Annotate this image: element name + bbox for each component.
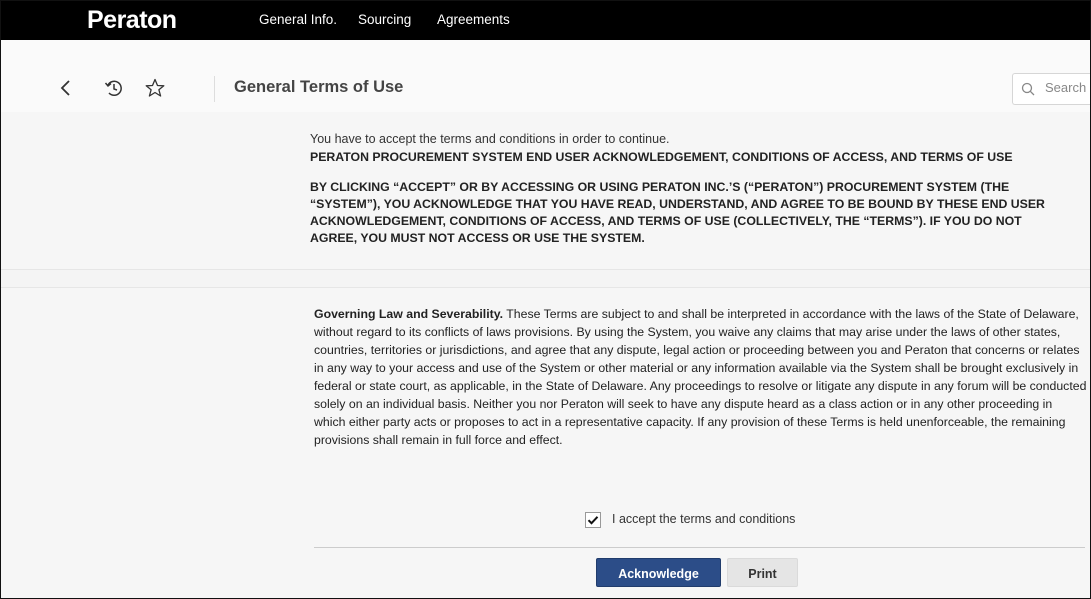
history-icon[interactable] xyxy=(104,78,124,103)
governing-law-paragraph: Governing Law and Severability. These Te… xyxy=(314,305,1087,449)
governing-law-title: Governing Law and Severability. xyxy=(314,307,504,321)
nav-agreements[interactable]: Agreements xyxy=(437,12,510,27)
search-box[interactable] xyxy=(1012,73,1090,105)
search-input[interactable] xyxy=(1043,79,1090,96)
terms-header-panel: You have to accept the terms and conditi… xyxy=(1,112,1090,270)
accept-terms-checkbox[interactable] xyxy=(585,512,601,528)
acknowledge-button[interactable]: Acknowledge xyxy=(596,558,721,587)
back-arrow-icon[interactable] xyxy=(59,78,73,103)
toolbar: General Terms of Use xyxy=(1,40,1090,113)
print-button[interactable]: Print xyxy=(727,558,798,587)
toolbar-divider xyxy=(214,76,215,102)
terms-body-panel: Governing Law and Severability. These Te… xyxy=(1,287,1090,598)
peraton-logo[interactable]: Peraton xyxy=(87,6,177,35)
search-icon xyxy=(1021,82,1035,101)
nav-general-info[interactable]: General Info. xyxy=(259,12,337,27)
governing-law-body: These Terms are subject to and shall be … xyxy=(314,307,1087,447)
top-nav: Peraton General Info. Sourcing Agreement… xyxy=(1,1,1090,40)
page-title: General Terms of Use xyxy=(234,78,404,96)
nav-sourcing[interactable]: Sourcing xyxy=(358,12,411,27)
checkmark-icon xyxy=(587,516,599,525)
star-icon[interactable] xyxy=(145,78,165,103)
terms-intro-text: You have to accept the terms and conditi… xyxy=(310,132,670,146)
divider xyxy=(314,547,1085,548)
accept-terms-label[interactable]: I accept the terms and conditions xyxy=(612,512,795,526)
app-window: Peraton General Info. Sourcing Agreement… xyxy=(0,0,1091,599)
terms-acknowledgement-paragraph: BY CLICKING “ACCEPT” OR BY ACCESSING OR … xyxy=(310,180,1045,245)
terms-heading: PERATON PROCUREMENT SYSTEM END USER ACKN… xyxy=(310,150,1013,164)
